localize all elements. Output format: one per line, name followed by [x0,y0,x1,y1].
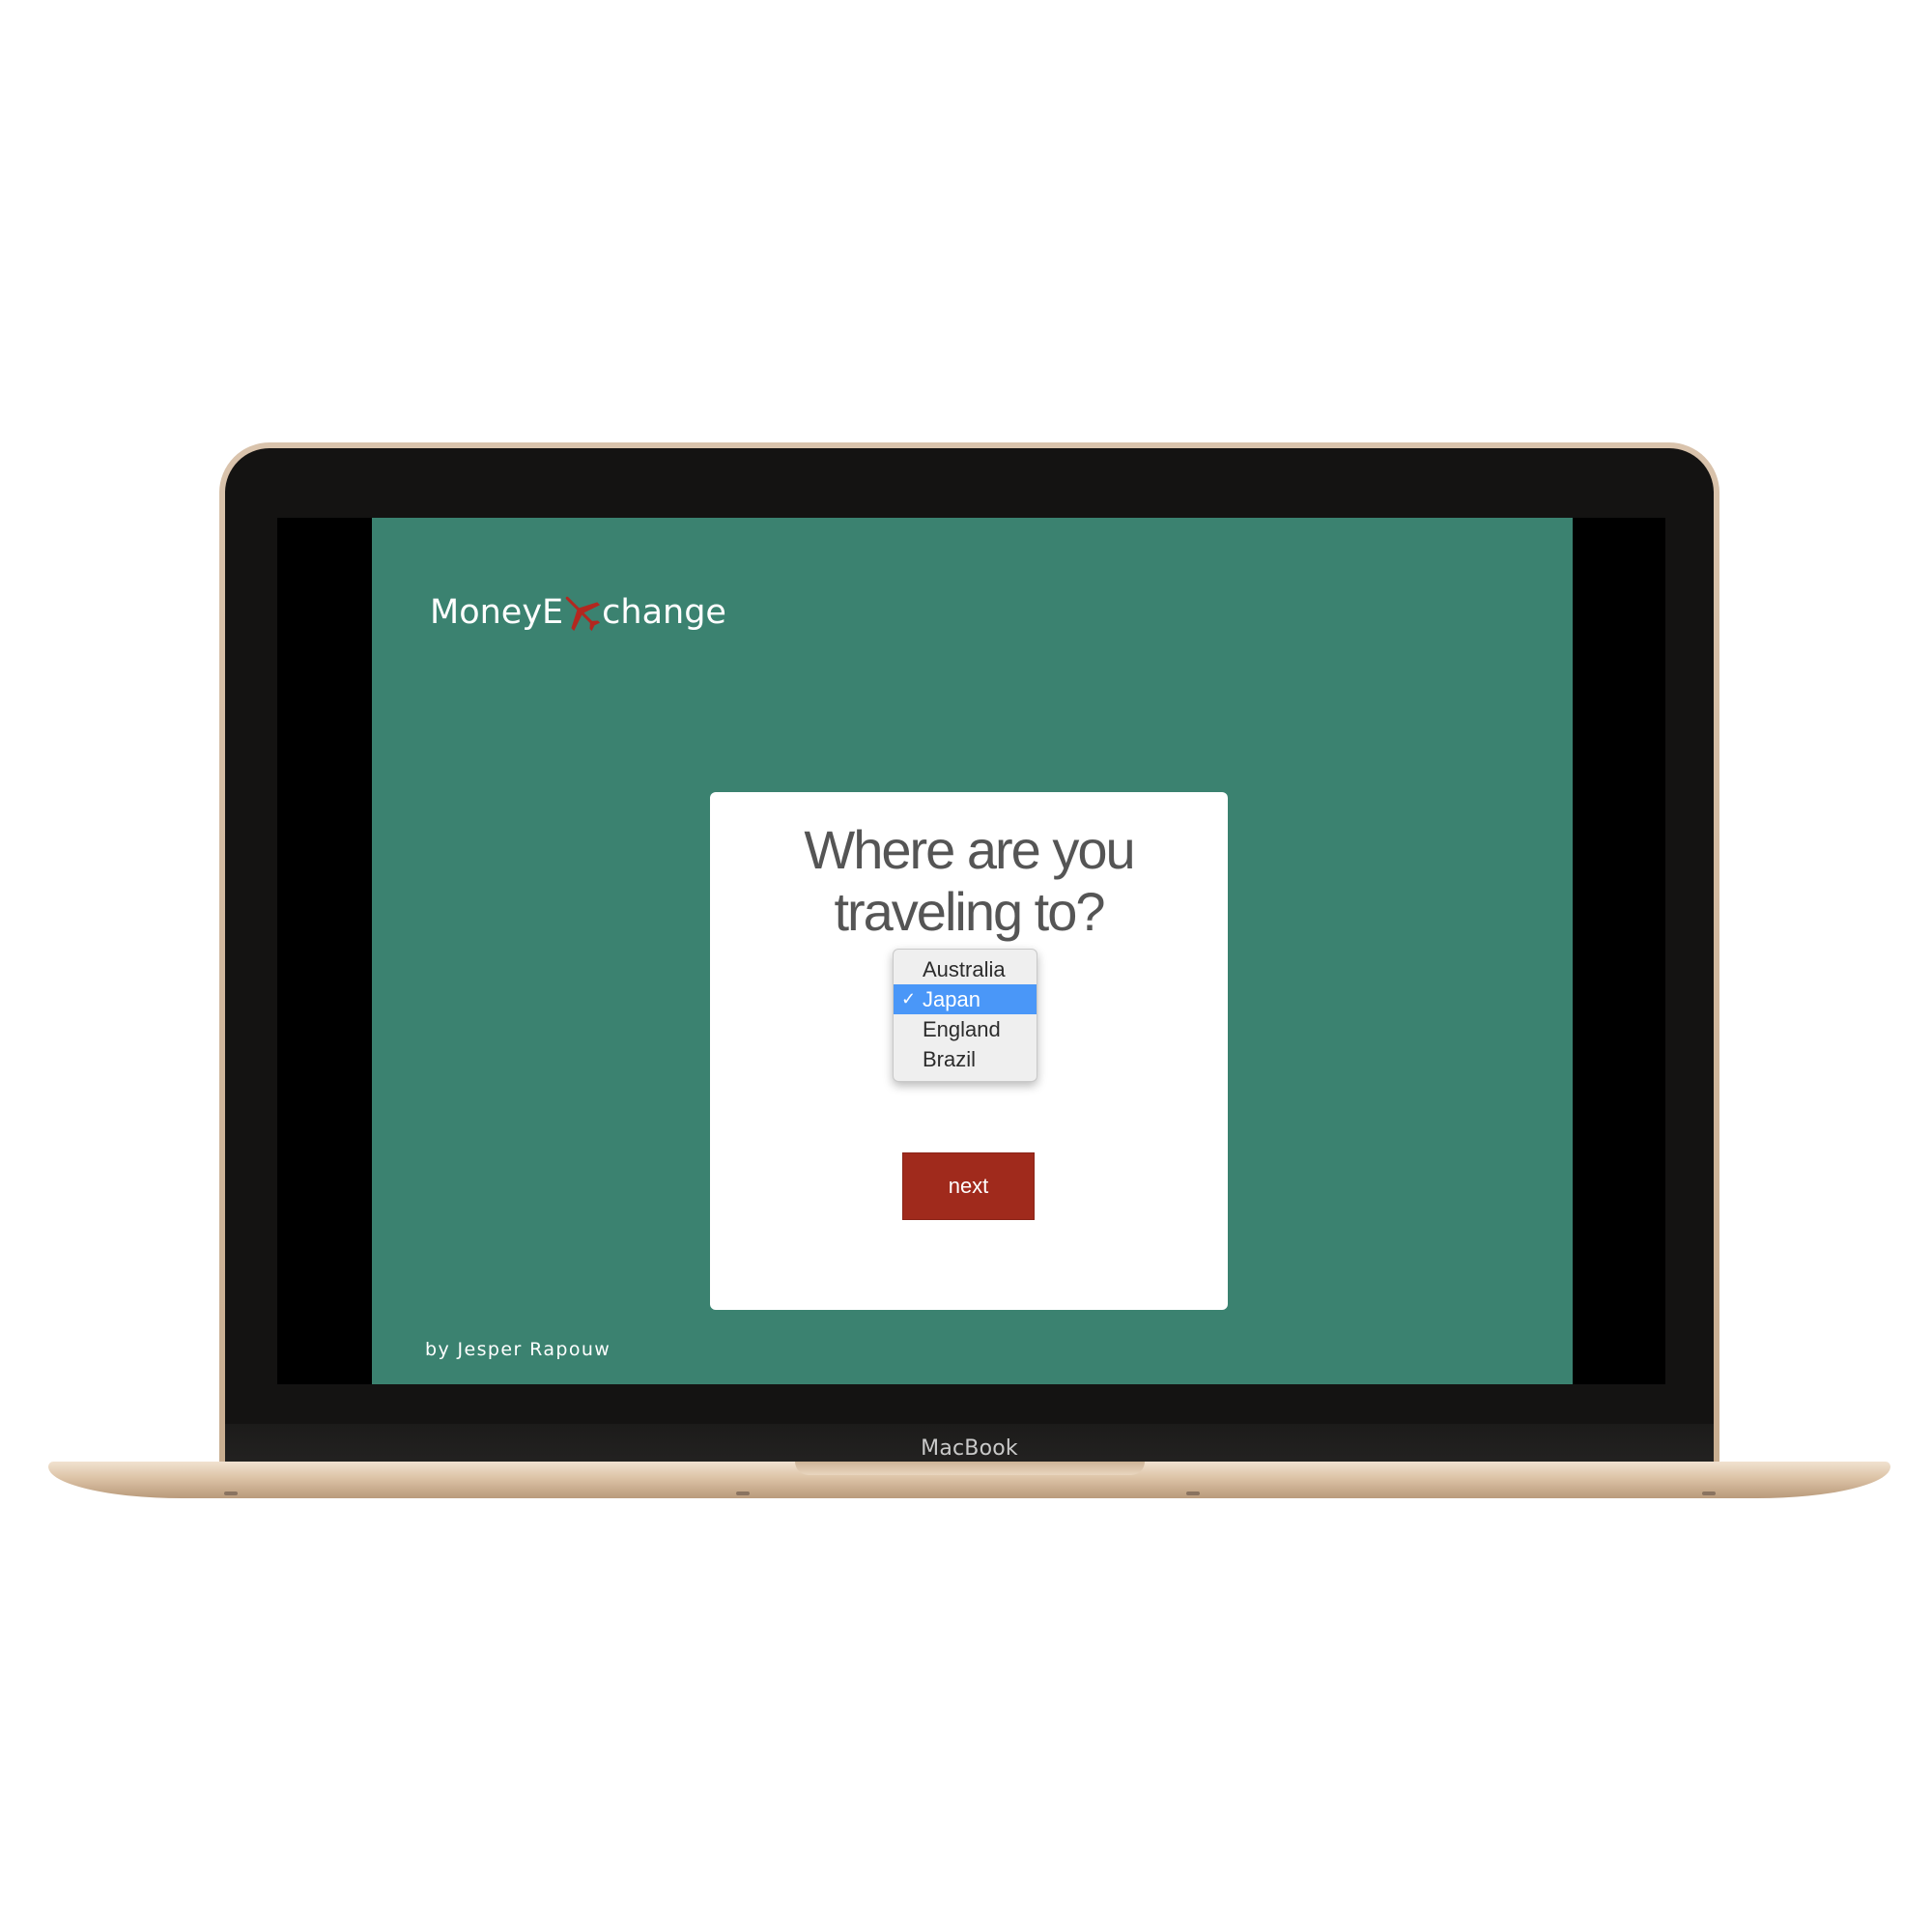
option-label: Brazil [923,1047,977,1071]
device-label: MacBook [921,1436,1018,1461]
next-button[interactable]: next [902,1152,1035,1220]
mockup-stage: MacBook MoneyE change Where are you trav… [0,0,1932,1932]
laptop-foot [736,1492,750,1495]
laptop-foot [1186,1492,1200,1495]
option-england[interactable]: England [894,1014,1037,1044]
author-byline: by Jesper Rapouw [425,1339,611,1360]
app-screen: MoneyE change Where are you traveling to… [372,518,1573,1384]
checkmark-icon: ✓ [901,989,917,1009]
airplane-icon [557,588,606,637]
laptop-foot [224,1492,238,1495]
logo-text-start: MoneyE [430,593,564,632]
option-label: England [923,1017,1001,1041]
laptop-notch [795,1462,1145,1475]
question-heading: Where are you traveling to? [710,819,1228,943]
option-japan[interactable]: ✓ Japan [894,984,1037,1014]
question-line-2: traveling to? [834,881,1105,942]
laptop-foot [1702,1492,1716,1495]
option-label: Japan [923,987,980,1011]
question-card: Where are you traveling to? Australia ✓ … [710,792,1228,1310]
option-brazil[interactable]: Brazil [894,1044,1037,1074]
app-logo[interactable]: MoneyE change [430,583,726,641]
question-line-1: Where are you [804,819,1135,880]
logo-text-end: change [602,593,726,632]
option-label: Australia [923,957,1006,981]
option-australia[interactable]: Australia [894,954,1037,984]
destination-dropdown[interactable]: Australia ✓ Japan England Brazil [893,949,1037,1082]
